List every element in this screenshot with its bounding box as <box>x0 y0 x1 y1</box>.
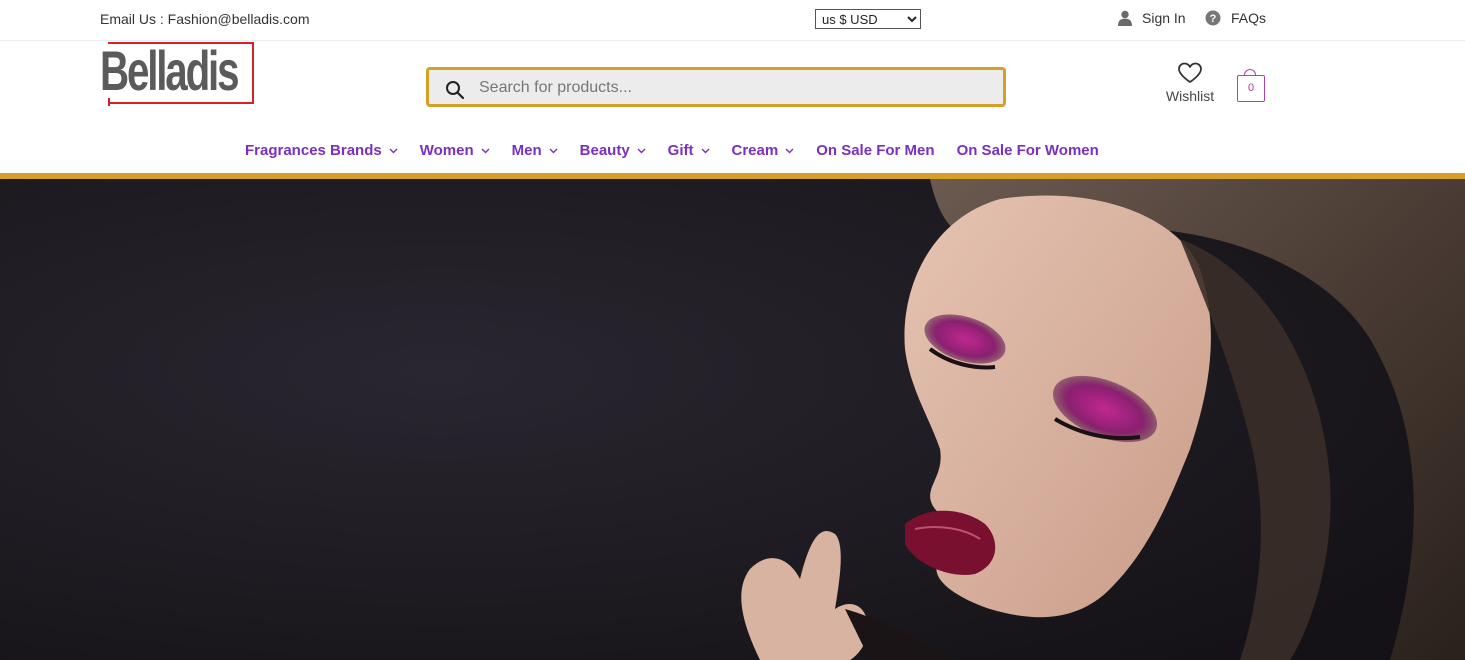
top-bar: Email Us : Fashion@belladis.com us $ USD… <box>0 0 1465 41</box>
chevron-down-icon[interactable] <box>549 148 558 154</box>
search-box[interactable] <box>426 67 1006 107</box>
site-logo[interactable]: Belladis <box>100 39 256 107</box>
nav-item-men[interactable]: Men <box>512 142 558 159</box>
nav-item-on-sale-for-women[interactable]: On Sale For Women <box>957 142 1099 159</box>
help-circle-icon: ? <box>1205 10 1221 26</box>
chevron-down-icon[interactable] <box>785 148 794 154</box>
nav-item-label: On Sale For Women <box>956 142 1099 159</box>
nav-item-label: On Sale For Men <box>816 142 935 159</box>
currency-select[interactable]: us $ USD <box>815 9 921 29</box>
sign-in-link[interactable]: Sign In <box>1118 10 1186 26</box>
nav-item-label: Gift <box>667 142 694 159</box>
faqs-link[interactable]: ? FAQs <box>1205 10 1266 26</box>
chevron-down-icon[interactable] <box>637 148 646 154</box>
faqs-label: FAQs <box>1231 10 1267 26</box>
nav-item-gift[interactable]: Gift <box>668 142 710 159</box>
search-input[interactable] <box>477 70 991 106</box>
nav-item-label: Cream <box>731 142 779 159</box>
sign-in-label: Sign In <box>1142 10 1186 26</box>
contact-email[interactable]: Email Us : Fashion@belladis.com <box>100 11 310 27</box>
nav-item-cream[interactable]: Cream <box>732 142 795 159</box>
nav-item-label: Fragrances Brands <box>245 142 382 159</box>
nav-item-label: Men <box>511 142 542 159</box>
chevron-down-icon[interactable] <box>701 148 710 154</box>
heart-icon <box>1178 62 1202 83</box>
nav-item-women[interactable]: Women <box>420 142 490 159</box>
nav-item-beauty[interactable]: Beauty <box>580 142 646 159</box>
logo-wordmark: Belladis <box>100 39 240 102</box>
main-nav: Fragrances Brands Women Men Beauty Gift Cream… <box>245 142 1121 159</box>
wishlist-label: Wishlist <box>1165 88 1215 104</box>
user-icon <box>1118 10 1132 26</box>
nav-item-label: Women <box>419 142 474 159</box>
nav-item-on-sale-for-men[interactable]: On Sale For Men <box>816 142 934 159</box>
nav-item-label: Beauty <box>579 142 630 159</box>
cart-count[interactable]: 0 <box>1237 75 1265 102</box>
nav-item-fragrances-brands[interactable]: Fragrances Brands <box>245 142 398 159</box>
svg-text:?: ? <box>1210 13 1217 25</box>
search-icon[interactable] <box>445 80 465 100</box>
chevron-down-icon[interactable] <box>389 148 398 154</box>
chevron-down-icon[interactable] <box>481 148 490 154</box>
wishlist-link[interactable]: Wishlist <box>1162 62 1218 104</box>
hero-model-illustration <box>0 179 1465 660</box>
hero-banner-image[interactable] <box>0 179 1465 660</box>
